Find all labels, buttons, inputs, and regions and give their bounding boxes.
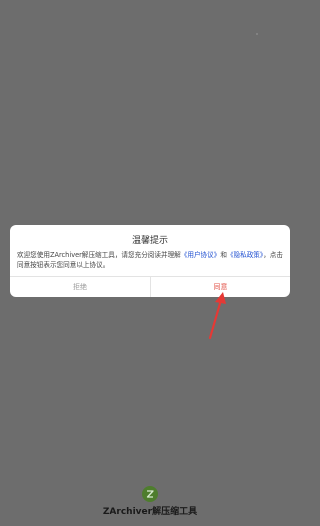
- splash-screen: 温馨提示 欢迎您使用ZArchiver解压缩工具，请您充分阅读并理解《用户协议》…: [0, 0, 300, 526]
- user-agreement-link[interactable]: 《用户协议》: [181, 251, 221, 259]
- dialog-message: 欢迎您使用ZArchiver解压缩工具，请您充分阅读并理解《用户协议》和《隐私政…: [17, 250, 283, 270]
- message-prefix: 欢迎您使用ZArchiver解压缩工具，请您充分阅读并理解: [17, 251, 181, 259]
- app-name: ZArchiver解压缩工具: [102, 507, 198, 517]
- reject-button[interactable]: 拒绝: [10, 277, 150, 297]
- zarchiver-logo-icon: [142, 486, 158, 502]
- privacy-dialog: 温馨提示 欢迎您使用ZArchiver解压缩工具，请您充分阅读并理解《用户协议》…: [10, 225, 290, 297]
- dialog-title: 温馨提示: [131, 236, 168, 246]
- privacy-policy-link[interactable]: 《隐私政策》: [227, 251, 263, 259]
- message-and: 和: [220, 251, 227, 259]
- red-arrow-annotation: [208, 292, 226, 340]
- status-indicator: [256, 33, 258, 35]
